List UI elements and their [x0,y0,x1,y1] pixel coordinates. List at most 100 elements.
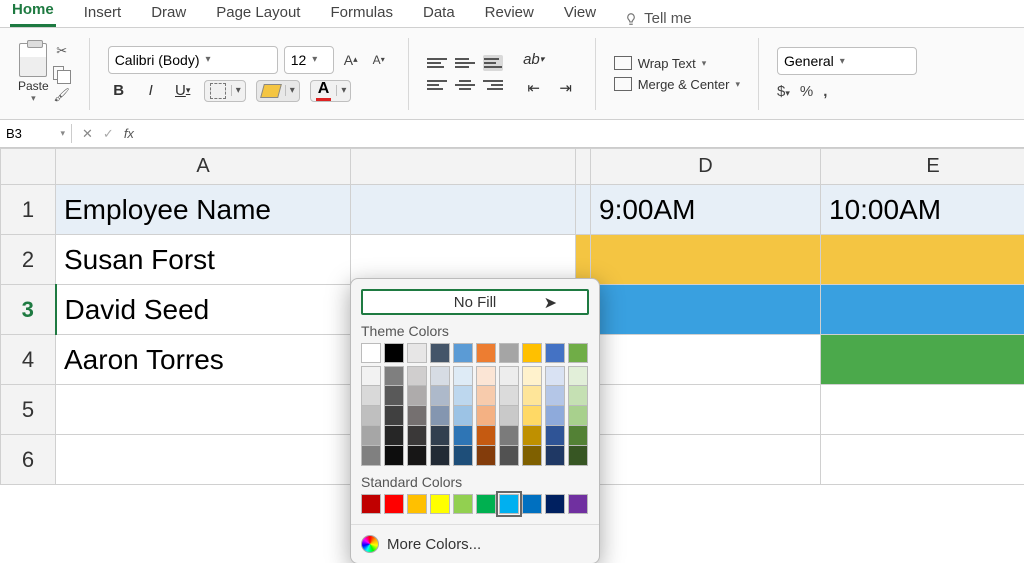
color-swatch[interactable] [453,446,473,466]
tab-home[interactable]: Home [10,0,56,27]
color-swatch[interactable] [430,343,450,363]
align-bottom-button[interactable] [483,55,503,71]
formula-input[interactable] [144,120,1024,147]
color-swatch[interactable] [430,446,450,466]
color-swatch[interactable] [361,406,381,426]
font-color-button[interactable]: A ▾ [310,80,352,102]
color-swatch[interactable] [430,406,450,426]
color-swatch[interactable] [453,343,473,363]
copy-button[interactable]: ▾ [53,65,71,81]
color-swatch[interactable] [499,446,519,466]
cell-c1[interactable] [576,185,591,235]
enter-formula-button[interactable]: ✓ [103,126,114,142]
increase-indent-button[interactable]: ⇥ [555,77,577,99]
col-header-e[interactable]: E [821,149,1024,185]
color-swatch[interactable] [453,366,473,386]
color-swatch[interactable] [545,494,565,514]
color-swatch[interactable] [499,343,519,363]
more-colors-button[interactable]: More Colors... [351,524,599,563]
color-swatch[interactable] [476,426,496,446]
color-swatch[interactable] [476,386,496,406]
cell-c2[interactable] [576,235,591,285]
color-swatch[interactable] [384,446,404,466]
tell-me[interactable]: Tell me [624,10,692,27]
color-swatch[interactable] [430,426,450,446]
color-swatch[interactable] [407,366,427,386]
tab-review[interactable]: Review [483,2,536,27]
color-swatch[interactable] [361,494,381,514]
color-swatch[interactable] [407,406,427,426]
tab-formulas[interactable]: Formulas [328,2,395,27]
col-header-d[interactable]: D [591,149,821,185]
align-right-button[interactable] [483,77,503,93]
tab-data[interactable]: Data [421,2,457,27]
color-swatch[interactable] [568,446,588,466]
color-swatch[interactable] [453,386,473,406]
color-swatch[interactable] [453,494,473,514]
color-swatch[interactable] [407,426,427,446]
color-swatch[interactable] [384,406,404,426]
cancel-formula-button[interactable]: ✕ [82,126,93,142]
cell-d2[interactable] [591,235,821,285]
color-swatch[interactable] [430,386,450,406]
orientation-button[interactable]: ab▾ [523,49,545,71]
align-middle-button[interactable] [455,55,475,71]
color-swatch[interactable] [384,386,404,406]
format-painter-button[interactable] [53,87,71,103]
color-swatch[interactable] [407,494,427,514]
name-box[interactable]: B3 ▾ [0,124,72,143]
col-header-c[interactable] [576,149,591,185]
color-swatch[interactable] [545,366,565,386]
color-swatch[interactable] [407,386,427,406]
color-swatch[interactable] [568,406,588,426]
tab-view[interactable]: View [562,2,598,27]
color-swatch[interactable] [361,426,381,446]
color-swatch[interactable] [499,426,519,446]
color-swatch[interactable] [568,366,588,386]
color-swatch[interactable] [568,343,588,363]
color-swatch[interactable] [522,446,542,466]
fill-color-button[interactable]: ▾ [256,80,300,102]
color-swatch[interactable] [499,366,519,386]
cell-d3[interactable] [591,285,821,335]
increase-font-button[interactable]: A▴ [340,49,362,71]
cell-a1[interactable]: Employee Name [56,185,351,235]
color-swatch[interactable] [522,494,542,514]
color-swatch[interactable] [453,426,473,446]
cell-d4[interactable] [591,335,821,385]
color-swatch[interactable] [384,426,404,446]
decrease-font-button[interactable]: A▾ [368,49,390,71]
color-swatch[interactable] [407,446,427,466]
color-swatch[interactable] [407,343,427,363]
row-header-2[interactable]: 2 [1,235,56,285]
color-swatch[interactable] [361,343,381,363]
cut-button[interactable] [53,43,71,59]
color-swatch[interactable] [499,494,519,514]
color-swatch[interactable] [476,446,496,466]
color-swatch[interactable] [453,406,473,426]
color-swatch[interactable] [476,494,496,514]
cell-a5[interactable] [56,385,351,435]
color-swatch[interactable] [545,386,565,406]
color-swatch[interactable] [568,494,588,514]
paste-button[interactable]: Paste ▾ [18,43,49,104]
color-swatch[interactable] [476,366,496,386]
cell-a6[interactable] [56,435,351,485]
number-format-combo[interactable]: General▾ [777,47,917,75]
color-swatch[interactable] [430,494,450,514]
color-swatch[interactable] [361,446,381,466]
color-swatch[interactable] [522,343,542,363]
color-swatch[interactable] [384,343,404,363]
wrap-text-button[interactable]: Wrap Text ▾ [614,56,740,71]
color-swatch[interactable] [361,386,381,406]
row-header-6[interactable]: 6 [1,435,56,485]
cell-b1[interactable] [351,185,576,235]
cell-e2[interactable] [821,235,1024,285]
align-center-button[interactable] [455,77,475,93]
percent-format-button[interactable]: % [800,83,813,100]
cell-a3[interactable]: David Seed [56,285,351,335]
color-swatch[interactable] [522,366,542,386]
row-header-3[interactable]: 3 [1,285,56,335]
cell-e4[interactable] [821,335,1024,385]
cell-d1[interactable]: 9:00AM [591,185,821,235]
